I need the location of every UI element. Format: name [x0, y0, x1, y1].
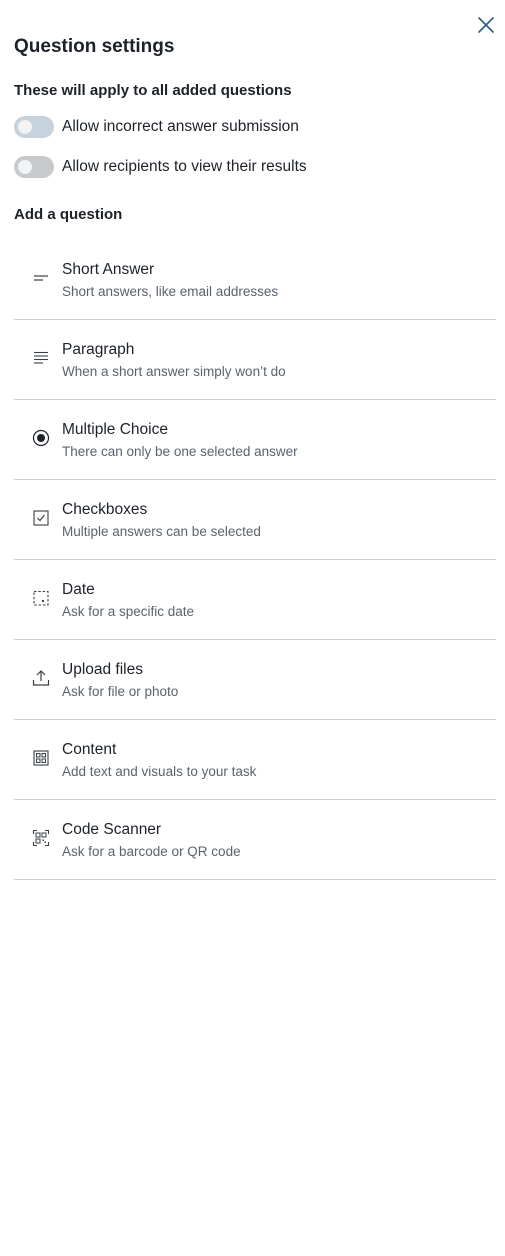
question-type-code-scanner[interactable]: Code Scanner Ask for a barcode or QR cod…: [14, 800, 496, 880]
question-type-checkboxes[interactable]: Checkboxes Multiple answers can be selec…: [14, 480, 496, 560]
content-grid-icon: [32, 749, 50, 767]
toggle-label: Allow recipients to view their results: [62, 158, 307, 175]
checkbox-icon: [32, 509, 50, 527]
question-type-list: Short Answer Short answers, like email a…: [14, 240, 496, 880]
settings-heading: These will apply to all added questions: [14, 82, 292, 99]
view-results-toggle[interactable]: [14, 156, 54, 178]
question-type-description: Add text and visuals to your task: [62, 764, 257, 779]
question-type-title: Content: [62, 741, 117, 758]
question-type-description: Short answers, like email addresses: [62, 284, 279, 299]
question-type-description: Ask for a specific date: [62, 604, 195, 619]
question-type-description: Multiple answers can be selected: [62, 524, 261, 539]
question-type-multiple-choice[interactable]: Multiple Choice There can only be one se…: [14, 400, 496, 480]
question-type-description: When a short answer simply won’t do: [62, 364, 286, 379]
question-type-title: Multiple Choice: [62, 421, 168, 438]
question-type-upload-files[interactable]: Upload files Ask for file or photo: [14, 640, 496, 720]
question-type-description: Ask for a barcode or QR code: [62, 844, 241, 859]
question-type-title: Paragraph: [62, 341, 135, 358]
short-answer-icon: [32, 269, 50, 287]
question-type-description: Ask for file or photo: [62, 684, 179, 699]
incorrect-answer-toggle[interactable]: [14, 116, 54, 138]
question-type-date[interactable]: Date Ask for a specific date: [14, 560, 496, 640]
close-icon: [475, 14, 497, 36]
question-type-content[interactable]: Content Add text and visuals to your tas…: [14, 720, 496, 800]
toggle-row-incorrect-answer[interactable]: Allow incorrect answer submission: [14, 115, 299, 139]
question-type-title: Date: [62, 581, 95, 598]
question-type-title: Upload files: [62, 661, 143, 678]
question-type-title: Code Scanner: [62, 821, 162, 838]
panel-title: Question settings: [14, 36, 175, 57]
toggle-label: Allow incorrect answer submission: [62, 118, 299, 135]
paragraph-icon: [32, 349, 50, 367]
close-button[interactable]: [475, 14, 497, 36]
question-type-title: Short Answer: [62, 261, 155, 278]
question-type-paragraph[interactable]: Paragraph When a short answer simply won…: [14, 320, 496, 400]
upload-icon: [32, 669, 50, 687]
calendar-icon: [32, 589, 50, 607]
add-question-heading: Add a question: [14, 206, 123, 223]
qr-code-icon: [32, 829, 50, 847]
question-type-short-answer[interactable]: Short Answer Short answers, like email a…: [14, 240, 496, 320]
radio-button-icon: [32, 429, 50, 447]
question-type-title: Checkboxes: [62, 501, 148, 518]
question-type-description: There can only be one selected answer: [62, 444, 298, 459]
toggle-row-view-results[interactable]: Allow recipients to view their results: [14, 155, 307, 179]
